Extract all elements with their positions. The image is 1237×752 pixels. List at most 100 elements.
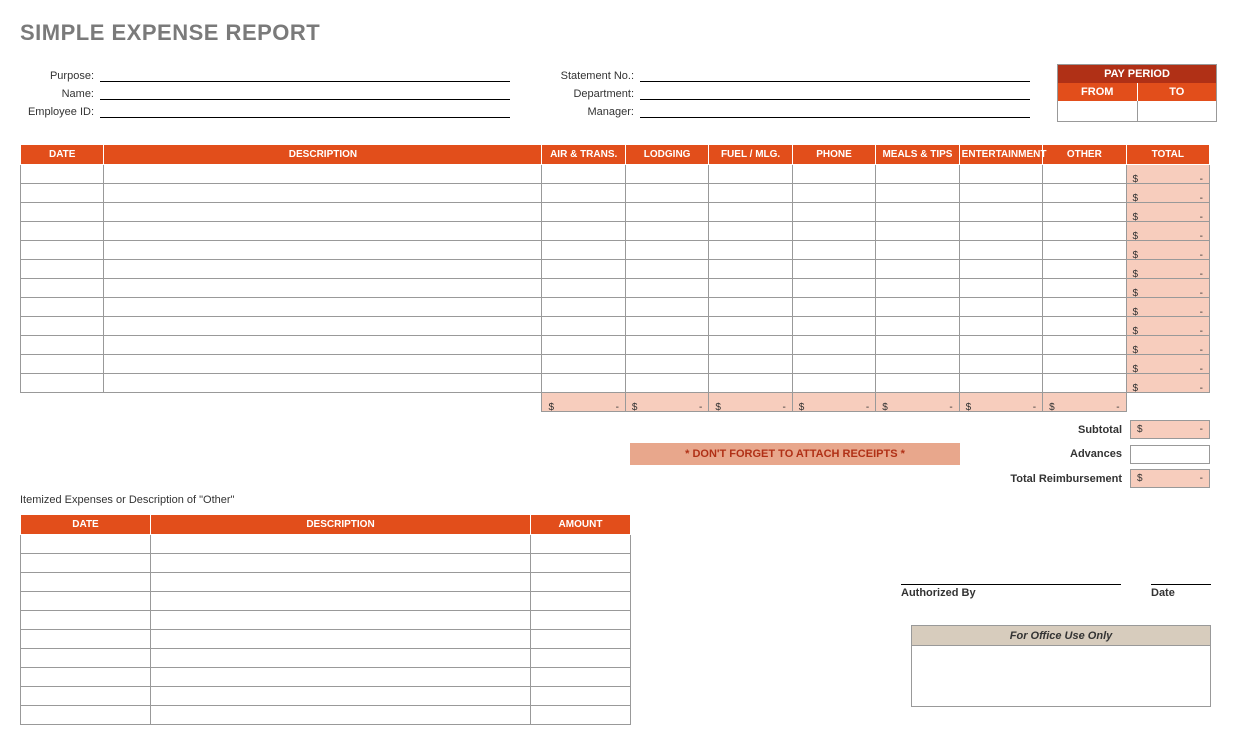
cell-input[interactable] [876,317,959,336]
cell-input[interactable] [792,317,875,336]
cell-input[interactable] [151,706,531,725]
cell-input[interactable] [625,317,708,336]
cell-input[interactable] [104,355,542,374]
cell-input[interactable] [21,592,151,611]
cell-input[interactable] [625,298,708,317]
cell-input[interactable] [1043,222,1126,241]
cell-input[interactable] [21,554,151,573]
cell-input[interactable] [876,355,959,374]
cell-input[interactable] [1043,336,1126,355]
cell-input[interactable] [792,184,875,203]
cell-input[interactable] [709,165,792,184]
cell-input[interactable] [1043,203,1126,222]
pay-to-input[interactable] [1138,101,1217,121]
cell-input[interactable] [21,535,151,554]
cell-input[interactable] [625,336,708,355]
statement-no-input[interactable] [640,66,1030,82]
cell-input[interactable] [876,203,959,222]
cell-input[interactable] [1043,165,1126,184]
cell-input[interactable] [21,165,104,184]
cell-input[interactable] [625,241,708,260]
cell-input[interactable] [531,649,631,668]
cell-input[interactable] [959,374,1042,393]
cell-input[interactable] [21,611,151,630]
department-input[interactable] [640,84,1030,100]
cell-input[interactable] [792,165,875,184]
cell-input[interactable] [531,687,631,706]
cell-input[interactable] [792,260,875,279]
cell-input[interactable] [1043,298,1126,317]
cell-input[interactable] [625,260,708,279]
cell-input[interactable] [959,298,1042,317]
cell-input[interactable] [792,374,875,393]
cell-input[interactable] [625,279,708,298]
cell-input[interactable] [709,279,792,298]
cell-input[interactable] [104,222,542,241]
cell-input[interactable] [959,336,1042,355]
cell-input[interactable] [21,374,104,393]
cell-input[interactable] [792,355,875,374]
cell-input[interactable] [21,317,104,336]
cell-input[interactable] [21,260,104,279]
cell-input[interactable] [21,203,104,222]
cell-input[interactable] [151,630,531,649]
cell-input[interactable] [709,336,792,355]
cell-input[interactable] [959,203,1042,222]
cell-input[interactable] [792,336,875,355]
cell-input[interactable] [1043,317,1126,336]
cell-input[interactable] [151,687,531,706]
cell-input[interactable] [151,573,531,592]
advances-input[interactable] [1130,445,1210,464]
cell-input[interactable] [959,222,1042,241]
name-input[interactable] [100,84,510,100]
cell-input[interactable] [104,184,542,203]
cell-input[interactable] [104,374,542,393]
cell-input[interactable] [531,706,631,725]
cell-input[interactable] [792,298,875,317]
cell-input[interactable] [531,630,631,649]
office-use-body[interactable] [912,646,1210,706]
cell-input[interactable] [959,165,1042,184]
cell-input[interactable] [709,317,792,336]
cell-input[interactable] [542,374,625,393]
cell-input[interactable] [104,317,542,336]
cell-input[interactable] [104,279,542,298]
cell-input[interactable] [709,298,792,317]
pay-from-input[interactable] [1058,101,1138,121]
manager-input[interactable] [640,102,1030,118]
cell-input[interactable] [104,336,542,355]
cell-input[interactable] [151,592,531,611]
cell-input[interactable] [709,355,792,374]
cell-input[interactable] [21,336,104,355]
cell-input[interactable] [876,374,959,393]
cell-input[interactable] [625,165,708,184]
cell-input[interactable] [104,260,542,279]
cell-input[interactable] [104,241,542,260]
cell-input[interactable] [151,535,531,554]
cell-input[interactable] [876,279,959,298]
cell-input[interactable] [709,222,792,241]
cell-input[interactable] [625,203,708,222]
cell-input[interactable] [709,374,792,393]
cell-input[interactable] [1043,184,1126,203]
cell-input[interactable] [151,649,531,668]
cell-input[interactable] [959,279,1042,298]
cell-input[interactable] [542,298,625,317]
cell-input[interactable] [21,687,151,706]
cell-input[interactable] [21,298,104,317]
cell-input[interactable] [792,222,875,241]
cell-input[interactable] [542,241,625,260]
cell-input[interactable] [21,241,104,260]
cell-input[interactable] [625,184,708,203]
cell-input[interactable] [21,279,104,298]
cell-input[interactable] [21,184,104,203]
cell-input[interactable] [1043,260,1126,279]
cell-input[interactable] [709,241,792,260]
cell-input[interactable] [1043,241,1126,260]
cell-input[interactable] [959,260,1042,279]
cell-input[interactable] [104,298,542,317]
cell-input[interactable] [151,554,531,573]
cell-input[interactable] [1043,355,1126,374]
cell-input[interactable] [959,241,1042,260]
cell-input[interactable] [876,241,959,260]
